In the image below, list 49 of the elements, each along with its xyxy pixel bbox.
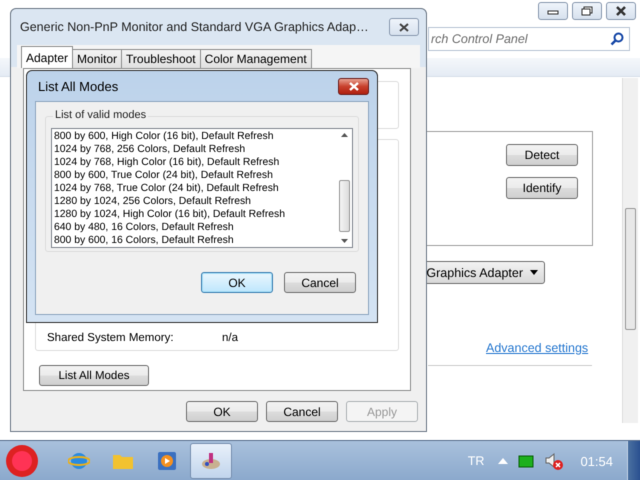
search-field[interactable]: rch Control Panel (428, 27, 630, 51)
dialog-button[interactable]: Cancel (266, 401, 338, 422)
list-all-modes-button[interactable]: List All Modes (39, 365, 149, 386)
advanced-settings-link[interactable]: Advanced settings (486, 341, 588, 355)
close-button[interactable] (606, 2, 636, 20)
mode-item[interactable]: 800 by 600, True Color (24 bit), Default Refresh (54, 169, 335, 182)
folder-icon (112, 452, 134, 470)
down-arrow-icon[interactable] (341, 239, 348, 243)
close-button[interactable] (389, 18, 419, 36)
globe-icon (68, 450, 90, 472)
dialog-button[interactable]: OK (201, 272, 273, 293)
close-icon (348, 82, 360, 90)
mode-item[interactable]: 1280 by 1024, High Color (16 bit), Default Refresh (54, 208, 335, 221)
dialog-button[interactable]: OK (186, 401, 258, 422)
play-icon (157, 451, 177, 471)
search-icon (610, 32, 624, 46)
up-arrow-icon[interactable] (341, 133, 348, 137)
memory-value: n/a (222, 332, 238, 344)
memory-label: Shared System Memory: (47, 332, 175, 344)
tab[interactable]: Color Management (200, 49, 312, 68)
mode-item[interactable]: 800 by 600, 16 Colors, Default Refresh (54, 234, 335, 247)
muted-speaker-icon[interactable] (544, 452, 564, 470)
mode-item[interactable]: 640 by 480, 16 Colors, Default Refresh (54, 221, 335, 234)
mode-item[interactable]: 800 by 600, High Color (16 bit), Default Refresh (54, 130, 335, 143)
tab[interactable]: Troubleshoot (121, 49, 201, 68)
scrollbar[interactable] (622, 78, 638, 423)
close-icon (615, 6, 627, 16)
mode-item[interactable]: 1024 by 768, 256 Colors, Default Refresh (54, 143, 335, 156)
tab[interactable]: Adapter (21, 46, 74, 68)
show-desktop-button[interactable] (627, 441, 640, 480)
monitor-icon[interactable] (518, 454, 534, 468)
paint-icon (200, 451, 222, 471)
mode-item[interactable]: 1024 by 768, High Color (16 bit), Default Refresh (54, 156, 335, 169)
restore-icon (581, 6, 593, 16)
tab[interactable]: Monitor (72, 49, 122, 68)
restore-button[interactable] (572, 2, 602, 20)
mode-item[interactable]: 1024 by 768, True Color (24 bit), Default Refresh (54, 182, 335, 195)
caret-icon (530, 270, 538, 275)
identify-button[interactable]: Identify (506, 177, 578, 199)
group-label: List of valid modes (53, 109, 148, 121)
mode-item[interactable]: 1280 by 1024, 256 Colors, Default Refresh (54, 195, 335, 208)
close-icon (398, 22, 410, 32)
dialog-title: List All Modes (37, 78, 118, 94)
close-button[interactable] (338, 78, 369, 94)
dialog-button[interactable]: Cancel (284, 272, 356, 293)
window-title: Generic Non-PnP Monitor and Standard VGA Graphics Adap… (19, 20, 369, 34)
minimize-button[interactable] (538, 2, 568, 20)
taskbar-app[interactable] (190, 443, 232, 479)
detect-button[interactable]: Detect (506, 144, 578, 166)
